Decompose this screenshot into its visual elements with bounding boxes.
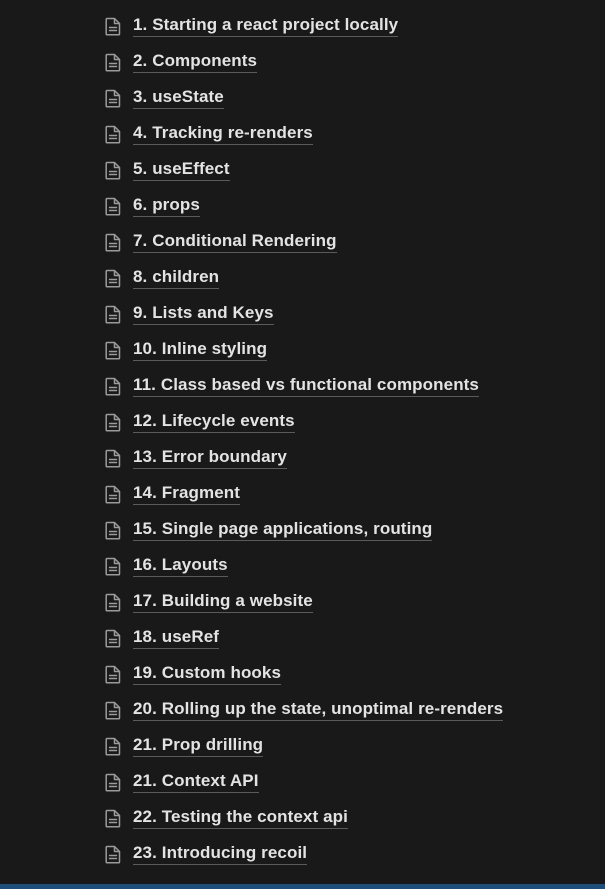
page-icon [104,412,122,432]
page-link[interactable]: 21. Context API [104,764,503,800]
subpage-list: 1. Starting a react project locally 2. Co… [104,8,504,872]
page-link-label[interactable]: 2. Components [133,51,258,73]
page-icon [104,160,122,180]
page-link-label[interactable]: 18. useRef [133,627,220,649]
page-link-label[interactable]: 14. Fragment [133,483,241,505]
page-link-label[interactable]: 19. Custom hooks [133,663,282,685]
page-link[interactable]: 17. Building a website [104,584,503,620]
page-icon [104,592,122,612]
page-link[interactable]: 1. Starting a react project locally [104,8,503,44]
page-icon [104,376,122,396]
page-link-label[interactable]: 11. Class based vs functional components [133,375,479,397]
page-link-label[interactable]: 7. Conditional Rendering [133,231,337,253]
page-icon [104,124,122,144]
page-icon [104,196,122,216]
page-link-label[interactable]: 1. Starting a react project locally [133,15,399,37]
page-link-label[interactable]: 23. Introducing recoil [133,843,308,865]
page-icon [104,520,122,540]
page-icon [104,484,122,504]
page-link[interactable]: 20. Rolling up the state, unoptimal re-r… [104,692,504,728]
page-link[interactable]: 2. Components [104,44,503,80]
page-icon [104,304,122,324]
page-icon [104,16,122,36]
page-icon [104,232,122,252]
page-link-label[interactable]: 13. Error boundary [133,447,287,469]
page-link-label[interactable]: 15. Single page applications, routing [133,519,433,541]
page-link[interactable]: 10. Inline styling [104,332,503,368]
page-link-label[interactable]: 22. Testing the context api [133,807,348,829]
page-link[interactable]: 21. Prop drilling [104,728,503,764]
page-link[interactable]: 5. useEffect [104,152,503,188]
page-link-label[interactable]: 6. props [133,195,200,217]
page-link[interactable]: 12. Lifecycle events [104,404,503,440]
page-link[interactable]: 4. Tracking re-renders [104,116,503,152]
page-link-label[interactable]: 21. Context API [133,771,259,793]
page-link-label[interactable]: 3. useState [133,87,224,109]
page-link-label[interactable]: 12. Lifecycle events [133,411,295,433]
page-link[interactable]: 16. Layouts [104,548,503,584]
page-list-container: 1. Starting a react project locally 2. Co… [0,0,605,884]
page-icon [104,88,122,108]
page-icon [104,772,122,792]
page-link[interactable]: 18. useRef [104,620,503,656]
page-icon [104,448,122,468]
page-icon [104,664,122,684]
page-icon [104,844,122,864]
page-link[interactable]: 9. Lists and Keys [104,296,503,332]
page-icon [104,52,122,72]
page-icon [104,556,122,576]
page-link[interactable]: 23. Introducing recoil [104,836,503,872]
page-link[interactable]: 15. Single page applications, routing [104,512,503,548]
page-link[interactable]: 8. children [104,260,503,296]
page-icon [104,700,122,720]
page-link-label[interactable]: 5. useEffect [133,159,230,181]
page-link[interactable]: 11. Class based vs functional components [104,368,503,404]
page-link-label[interactable]: 20. Rolling up the state, unoptimal re-r… [133,699,504,721]
page-link[interactable]: 7. Conditional Rendering [104,224,503,260]
page-link[interactable]: 22. Testing the context api [104,800,503,836]
page-link[interactable]: 6. props [104,188,503,224]
page-icon [104,808,122,828]
page-link[interactable]: 19. Custom hooks [104,656,503,692]
page-link[interactable]: 14. Fragment [104,476,503,512]
page-icon [104,736,122,756]
page-link-label[interactable]: 21. Prop drilling [133,735,264,757]
page-link-label[interactable]: 8. children [133,267,220,289]
page-link-label[interactable]: 9. Lists and Keys [133,303,274,325]
page-icon [104,340,122,360]
page-link-label[interactable]: 16. Layouts [133,555,228,577]
page-icon [104,628,122,648]
bottom-scroll-bar [0,884,605,889]
page-icon [104,268,122,288]
page-link-label[interactable]: 10. Inline styling [133,339,268,361]
page-link[interactable]: 3. useState [104,80,503,116]
page-link-label[interactable]: 4. Tracking re-renders [133,123,313,145]
page-link-label[interactable]: 17. Building a website [133,591,313,613]
page-link[interactable]: 13. Error boundary [104,440,503,476]
